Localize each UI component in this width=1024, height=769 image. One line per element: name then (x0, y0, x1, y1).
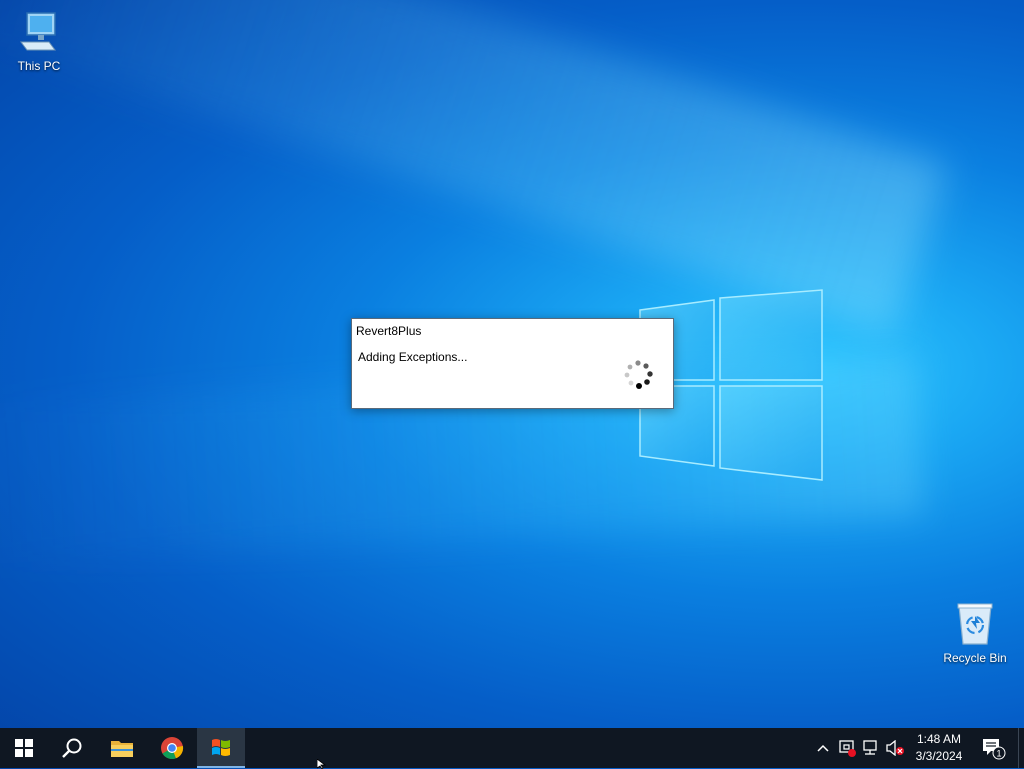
taskbar: 1:48 AM 3/3/2024 1 (0, 728, 1024, 768)
desktop-icon-this-pc[interactable]: This PC (0, 10, 79, 73)
network-tray-button[interactable] (860, 728, 882, 768)
windows-start-icon (15, 739, 33, 757)
taskbar-clock[interactable]: 1:48 AM 3/3/2024 (908, 731, 970, 765)
volume-tray-button[interactable] (884, 728, 906, 768)
notification-icon: 1 (983, 739, 1006, 760)
security-tray-button[interactable] (836, 728, 858, 768)
taskbar-google-chrome[interactable] (148, 728, 196, 768)
clock-time: 1:48 AM (916, 732, 962, 746)
loading-spinner-icon (624, 360, 653, 389)
show-hidden-icons-button[interactable] (814, 728, 832, 768)
dialog-title: Revert8Plus (356, 324, 422, 338)
folder-icon (111, 741, 133, 757)
security-warning-icon (839, 740, 856, 757)
dialog-status-message: Adding Exceptions... (358, 350, 468, 364)
wallpaper-light-beam (0, 0, 948, 336)
taskbar-file-explorer[interactable] (98, 728, 146, 768)
windows-flag-icon (212, 739, 230, 756)
volume-muted-icon (886, 740, 904, 756)
network-icon (863, 740, 877, 755)
action-center-button[interactable]: 1 (978, 728, 1008, 768)
desktop-icon-label: Recycle Bin (943, 651, 1007, 665)
desktop-icon-label: This PC (17, 59, 61, 73)
clock-date: 3/3/2024 (915, 749, 963, 763)
search-icon (62, 738, 82, 758)
recycle-bin-icon (957, 603, 993, 645)
taskbar-revert8plus[interactable] (197, 728, 245, 768)
computer-icon (20, 12, 56, 51)
show-desktop-button[interactable] (1018, 728, 1024, 768)
desktop-icon-recycle-bin[interactable]: Recycle Bin (935, 602, 1015, 665)
search-button[interactable] (48, 728, 96, 768)
start-button[interactable] (0, 728, 48, 768)
chevron-up-icon (817, 744, 829, 752)
chrome-icon (161, 737, 184, 760)
revert8plus-progress-dialog: Revert8Plus Adding Exceptions... (351, 318, 674, 409)
notification-count-badge: 1 (996, 749, 1001, 759)
